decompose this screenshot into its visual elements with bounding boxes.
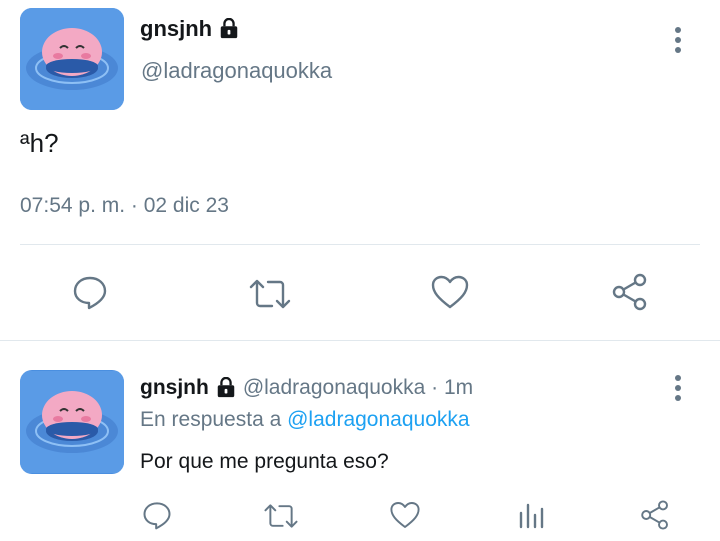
more-options-icon[interactable] [666, 22, 690, 58]
handle-and-time[interactable]: @ladragonaquokka · 1m [243, 376, 473, 400]
avatar[interactable] [20, 8, 124, 110]
display-name[interactable]: gnsjnh [140, 16, 212, 42]
divider [0, 340, 720, 341]
share-icon[interactable] [608, 272, 652, 312]
reply-text: Por que me pregunta eso? [140, 450, 389, 473]
heart-icon[interactable] [388, 498, 422, 532]
reply-header: gnsjnh @ladragonaquokka · 1m [140, 376, 473, 400]
in-reply-to: En respuesta a @ladragonaquokka [140, 408, 470, 432]
kirby-in-water-avatar [20, 371, 124, 473]
display-name[interactable]: gnsjnh [140, 376, 209, 400]
reply-icon[interactable] [140, 498, 174, 532]
retweet-icon[interactable] [248, 274, 292, 314]
avatar[interactable] [20, 370, 124, 474]
display-name-row: gnsjnh [140, 16, 240, 42]
heart-icon[interactable] [428, 272, 472, 312]
retweet-icon[interactable] [262, 500, 300, 532]
kirby-in-water-avatar [20, 8, 124, 110]
handle[interactable]: @ladragonaquokka [141, 58, 332, 84]
lock-icon [217, 377, 235, 398]
share-icon[interactable] [638, 498, 672, 532]
reply-icon[interactable] [70, 272, 110, 312]
lock-icon [220, 18, 238, 39]
tweet-text: ªh? [20, 128, 59, 158]
analytics-icon[interactable] [514, 498, 548, 532]
in-reply-handle-link[interactable]: @ladragonaquokka [287, 408, 469, 431]
divider [20, 244, 700, 245]
in-reply-prefix: En respuesta a [140, 408, 282, 431]
tweet-timestamp[interactable]: 07:54 p. m. · 02 dic 23 [20, 194, 229, 218]
more-options-icon[interactable] [666, 370, 690, 406]
